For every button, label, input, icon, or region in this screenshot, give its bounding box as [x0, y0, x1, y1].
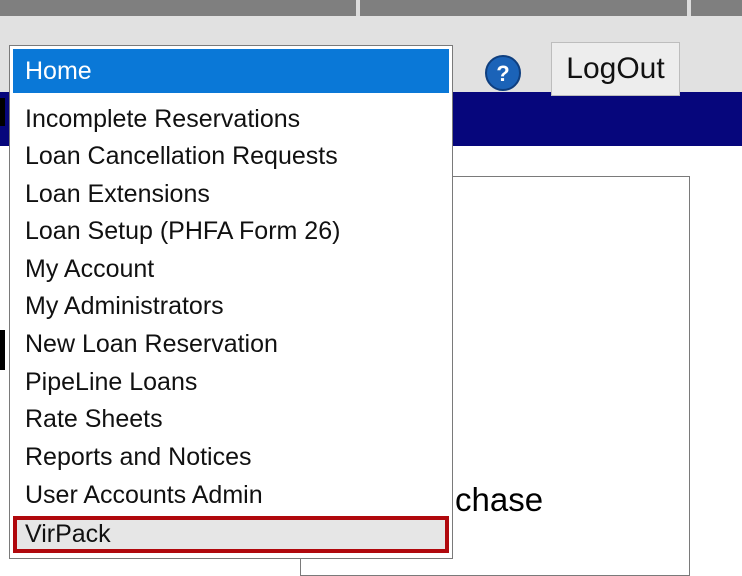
dropdown-option-reports-and-notices[interactable]: Reports and Notices	[13, 439, 449, 476]
dropdown-option-pipeline-loans[interactable]: PipeLine Loans	[13, 364, 449, 401]
top-bar-mark	[687, 0, 691, 16]
top-bar-mark	[356, 0, 360, 16]
svg-text:?: ?	[496, 61, 509, 86]
dropdown-option-rate-sheets[interactable]: Rate Sheets	[13, 401, 449, 438]
dropdown-option-new-loan-reservation[interactable]: New Loan Reservation	[13, 326, 449, 363]
logout-button[interactable]: LogOut	[551, 42, 680, 96]
help-button[interactable]: ?	[485, 55, 521, 91]
left-edge-mark	[0, 98, 5, 126]
dropdown-option-virpack[interactable]: VirPack	[13, 516, 449, 553]
question-mark-icon: ?	[496, 61, 509, 86]
dropdown-option-my-account[interactable]: My Account	[13, 251, 449, 288]
content-partial-text: chase	[455, 481, 544, 518]
dropdown-selected-option[interactable]: Home	[13, 49, 449, 93]
navigation-dropdown[interactable]: Home Incomplete Reservations Loan Cancel…	[9, 45, 453, 559]
dropdown-option-loan-extensions[interactable]: Loan Extensions	[13, 176, 449, 213]
dropdown-option-incomplete-reservations[interactable]: Incomplete Reservations	[13, 101, 449, 138]
dropdown-option-loan-cancellation-requests[interactable]: Loan Cancellation Requests	[13, 138, 449, 175]
left-edge-mark	[0, 330, 5, 370]
dropdown-option-user-accounts-admin[interactable]: User Accounts Admin	[13, 477, 449, 514]
dropdown-option-loan-setup[interactable]: Loan Setup (PHFA Form 26)	[13, 213, 449, 250]
top-bar	[0, 0, 742, 16]
dropdown-option-my-administrators[interactable]: My Administrators	[13, 288, 449, 325]
